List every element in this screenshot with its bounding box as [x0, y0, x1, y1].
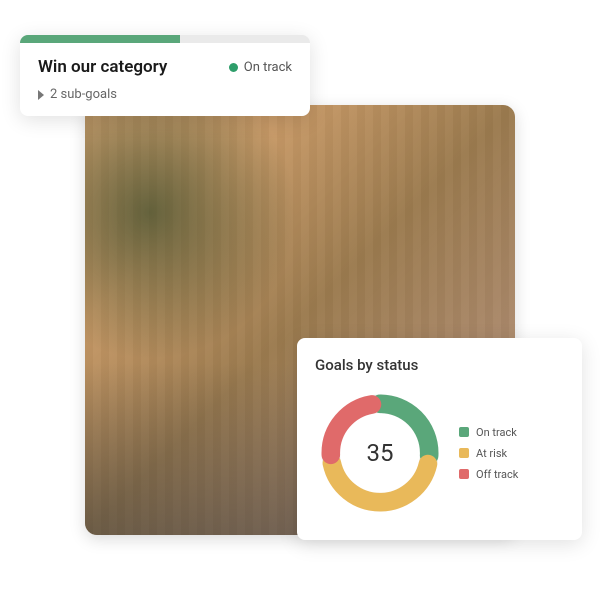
subgoals-label: 2 sub-goals [50, 87, 117, 102]
subgoals-toggle[interactable]: 2 sub-goals [38, 87, 292, 102]
caret-right-icon [38, 90, 44, 100]
goal-title: Win our category [38, 57, 167, 77]
donut-chart: 35 [315, 388, 445, 518]
progress-bar [20, 35, 310, 43]
status-label: On track [244, 60, 292, 75]
legend-label: Off track [476, 468, 518, 481]
goals-by-status-card: Goals by status 35 On track At risk Off tr… [297, 338, 582, 540]
goal-card[interactable]: Win our category On track 2 sub-goals [20, 35, 310, 116]
chart-title: Goals by status [315, 356, 566, 374]
legend-item: On track [459, 426, 518, 439]
legend-item: Off track [459, 468, 518, 481]
chart-legend: On track At risk Off track [459, 426, 518, 481]
legend-swatch-icon [459, 469, 469, 479]
donut-total: 35 [315, 388, 445, 518]
status-dot-icon [229, 63, 238, 72]
legend-swatch-icon [459, 448, 469, 458]
legend-item: At risk [459, 447, 518, 460]
status-badge: On track [229, 60, 292, 75]
legend-swatch-icon [459, 427, 469, 437]
progress-fill [20, 35, 180, 43]
legend-label: At risk [476, 447, 507, 460]
legend-label: On track [476, 426, 517, 439]
